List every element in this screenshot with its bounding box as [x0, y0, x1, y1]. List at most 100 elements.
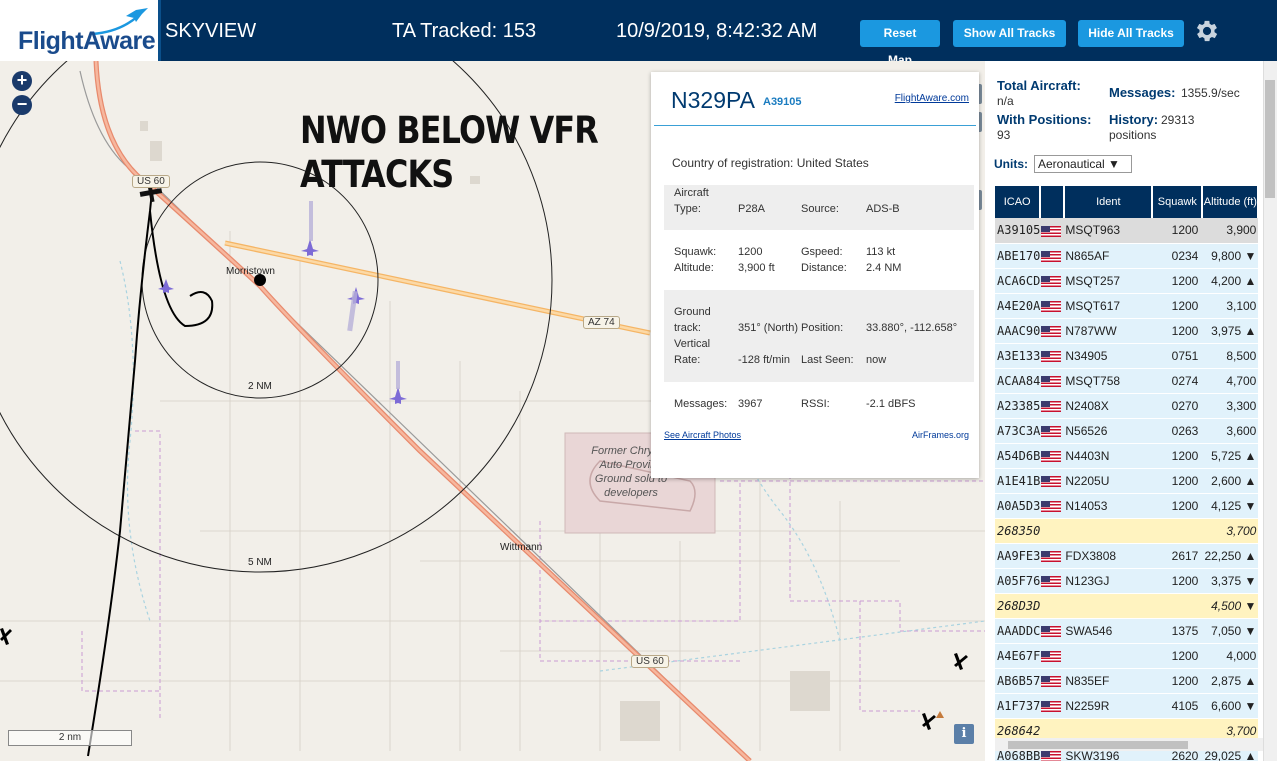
table-row[interactable]: AA9FE3 FDX3808 2617 22,250 ▲ [995, 543, 1259, 569]
table-row[interactable]: A39105 MSQT963 1200 3,900 [995, 218, 1259, 244]
table-row[interactable]: A0A5D3 N14053 1200 4,125 ▼ [995, 493, 1259, 519]
table-row[interactable]: A1E41B N2205U 1200 2,600 ▲ [995, 468, 1259, 494]
show-all-tracks-button[interactable]: Show All Tracks [953, 20, 1066, 47]
row-flag [1040, 343, 1065, 369]
hide-all-tracks-button[interactable]: Hide All Tracks [1078, 20, 1184, 47]
row-icao: A1F737 [995, 693, 1041, 719]
row-altitude: 2,875 ▲ [1202, 668, 1259, 694]
row-icao: A3E133 [995, 343, 1041, 369]
gear-icon[interactable] [1193, 17, 1221, 45]
column-squawk[interactable]: Squawk [1152, 186, 1204, 218]
table-row[interactable]: ACAA84 MSQT758 0274 4,700 [995, 368, 1259, 394]
distance-value: 2.4 NM [866, 262, 902, 274]
row-flag [1040, 418, 1065, 444]
us-flag-icon [1041, 675, 1062, 687]
table-header-row: ICAO Ident Squawk Altitude (ft) [995, 186, 1260, 218]
row-icao: AB6B57 [995, 668, 1041, 694]
row-squawk: 0270 [1152, 393, 1203, 419]
popup-row-type: Aircraft Type: P28A Source: ADS-B [664, 185, 974, 230]
vertical-rate-label: Vertical Rate: [674, 338, 711, 366]
column-icao[interactable]: ICAO [995, 186, 1042, 218]
row-ident: N2205U [1064, 468, 1153, 494]
us-flag-icon [1041, 225, 1062, 237]
country-label: Country of registration: [672, 156, 794, 170]
units-select[interactable]: Aeronautical ▼ [1034, 155, 1132, 173]
popup-row-squawk: Squawk: 1200 Gspeed: 113 kt Altitude: 3,… [664, 242, 974, 282]
table-row[interactable]: A23385 N2408X 0270 3,300 [995, 393, 1259, 419]
total-aircraft-label: Total Aircraft: [997, 78, 1081, 93]
row-squawk: 0274 [1152, 368, 1203, 394]
table-row[interactable]: 268350 3,700 [995, 518, 1259, 544]
aircraft-table: ICAO Ident Squawk Altitude (ft) A39105 MS… [995, 186, 1260, 761]
zoom-out-button[interactable]: − [12, 95, 32, 115]
column-altitude[interactable]: Altitude (ft) [1202, 186, 1260, 218]
flightaware-link[interactable]: FlightAware.com [895, 93, 969, 104]
column-flag[interactable] [1040, 186, 1066, 218]
logo-text: FlightAware [18, 27, 156, 55]
table-row[interactable]: 268D3D 4,500 ▼ [995, 593, 1259, 619]
table-row[interactable]: A1F737 N2259R 4105 6,600 ▼ [995, 693, 1259, 719]
row-flag [1040, 243, 1065, 269]
row-icao: A4E20A [995, 293, 1041, 319]
position-label: Position: [801, 322, 844, 334]
table-row[interactable]: AB6B57 N835EF 1200 2,875 ▲ [995, 668, 1259, 694]
row-squawk: 4105 [1152, 693, 1203, 719]
popup-hex-code: A39105 [763, 96, 802, 108]
row-flag [1040, 693, 1065, 719]
shield-us60-bottom: US 60 [631, 655, 669, 668]
row-icao: ACA6CD [995, 268, 1041, 294]
us-flag-icon [1041, 650, 1062, 662]
table-row[interactable]: ACA6CD MSQT257 1200 4,200 ▲ [995, 268, 1259, 294]
table-horizontal-scroll-thumb[interactable] [1008, 741, 1188, 749]
row-altitude: 3,100 [1202, 293, 1259, 319]
zoom-in-button[interactable]: + [12, 71, 32, 91]
row-squawk: 1200 [1152, 318, 1203, 344]
us-flag-icon [1041, 500, 1062, 512]
table-row[interactable]: A54D6B N4403N 1200 5,725 ▲ [995, 443, 1259, 469]
table-row[interactable]: A4E20A MSQT617 1200 3,100 [995, 293, 1259, 319]
sidebar-scroll-thumb[interactable] [1265, 80, 1275, 198]
airframes-link[interactable]: AirFrames.org [912, 430, 969, 440]
row-icao: 268350 [995, 518, 1041, 544]
row-flag [1040, 568, 1065, 594]
row-ident: MSQT617 [1064, 293, 1153, 319]
messages-label: Messages: [674, 398, 728, 410]
table-row[interactable]: A05F76 N123GJ 1200 3,375 ▼ [995, 568, 1259, 594]
table-row[interactable]: A3E133 N34905 0751 8,500 [995, 343, 1259, 369]
row-altitude: 6,600 ▼ [1202, 693, 1259, 719]
column-ident[interactable]: Ident [1064, 186, 1154, 218]
row-altitude: 3,700 [1202, 518, 1259, 544]
row-icao: A0A5D3 [995, 493, 1041, 519]
see-aircraft-photos-link[interactable]: See Aircraft Photos [664, 430, 741, 440]
row-flag [1040, 618, 1065, 644]
map-scale-bar: 2 nm [8, 730, 132, 746]
distance-label: Distance: [801, 262, 847, 274]
row-ident: MSQT963 [1064, 218, 1153, 244]
row-altitude: 2,600 ▲ [1202, 468, 1259, 494]
row-ident: FDX3808 [1064, 543, 1153, 569]
row-flag [1040, 268, 1065, 294]
table-row[interactable]: A73C3A N56526 0263 3,600 [995, 418, 1259, 444]
top-header: FlightAware SKYVIEW TA Tracked: 153 10/9… [0, 0, 1277, 67]
source-label: Source: [801, 203, 839, 215]
table-row[interactable]: AAADDC SWA546 1375 7,050 ▼ [995, 618, 1259, 644]
altitude-label: Altitude: [674, 262, 714, 274]
row-flag [1040, 493, 1065, 519]
map-info-button[interactable]: i [954, 724, 974, 744]
reset-map-button[interactable]: Reset Map [860, 20, 940, 67]
us-flag-icon [1041, 350, 1062, 362]
aircraft-sidebar: Total Aircraft: n/a Messages: 1355.9/sec… [985, 61, 1277, 761]
row-icao: A54D6B [995, 443, 1041, 469]
table-row[interactable]: AAAC90 N787WW 1200 3,975 ▲ [995, 318, 1259, 344]
row-squawk: 1375 [1152, 618, 1203, 644]
row-ident: MSQT257 [1064, 268, 1153, 294]
vertical-rate-value: -128 ft/min [738, 354, 790, 366]
ta-tracked-count: TA Tracked: 153 [392, 20, 537, 42]
popup-row-messages: Messages: 3967 RSSI: -2.1 dBFS [664, 394, 974, 414]
with-positions-label: With Positions: [997, 112, 1092, 127]
row-altitude: 4,125 ▼ [1202, 493, 1259, 519]
row-ident: SWA546 [1064, 618, 1153, 644]
table-row[interactable]: A4E67F 1200 4,000 [995, 643, 1259, 669]
flightaware-logo[interactable]: FlightAware [0, 0, 161, 61]
table-row[interactable]: ABE170 N865AF 0234 9,800 ▼ [995, 243, 1259, 269]
